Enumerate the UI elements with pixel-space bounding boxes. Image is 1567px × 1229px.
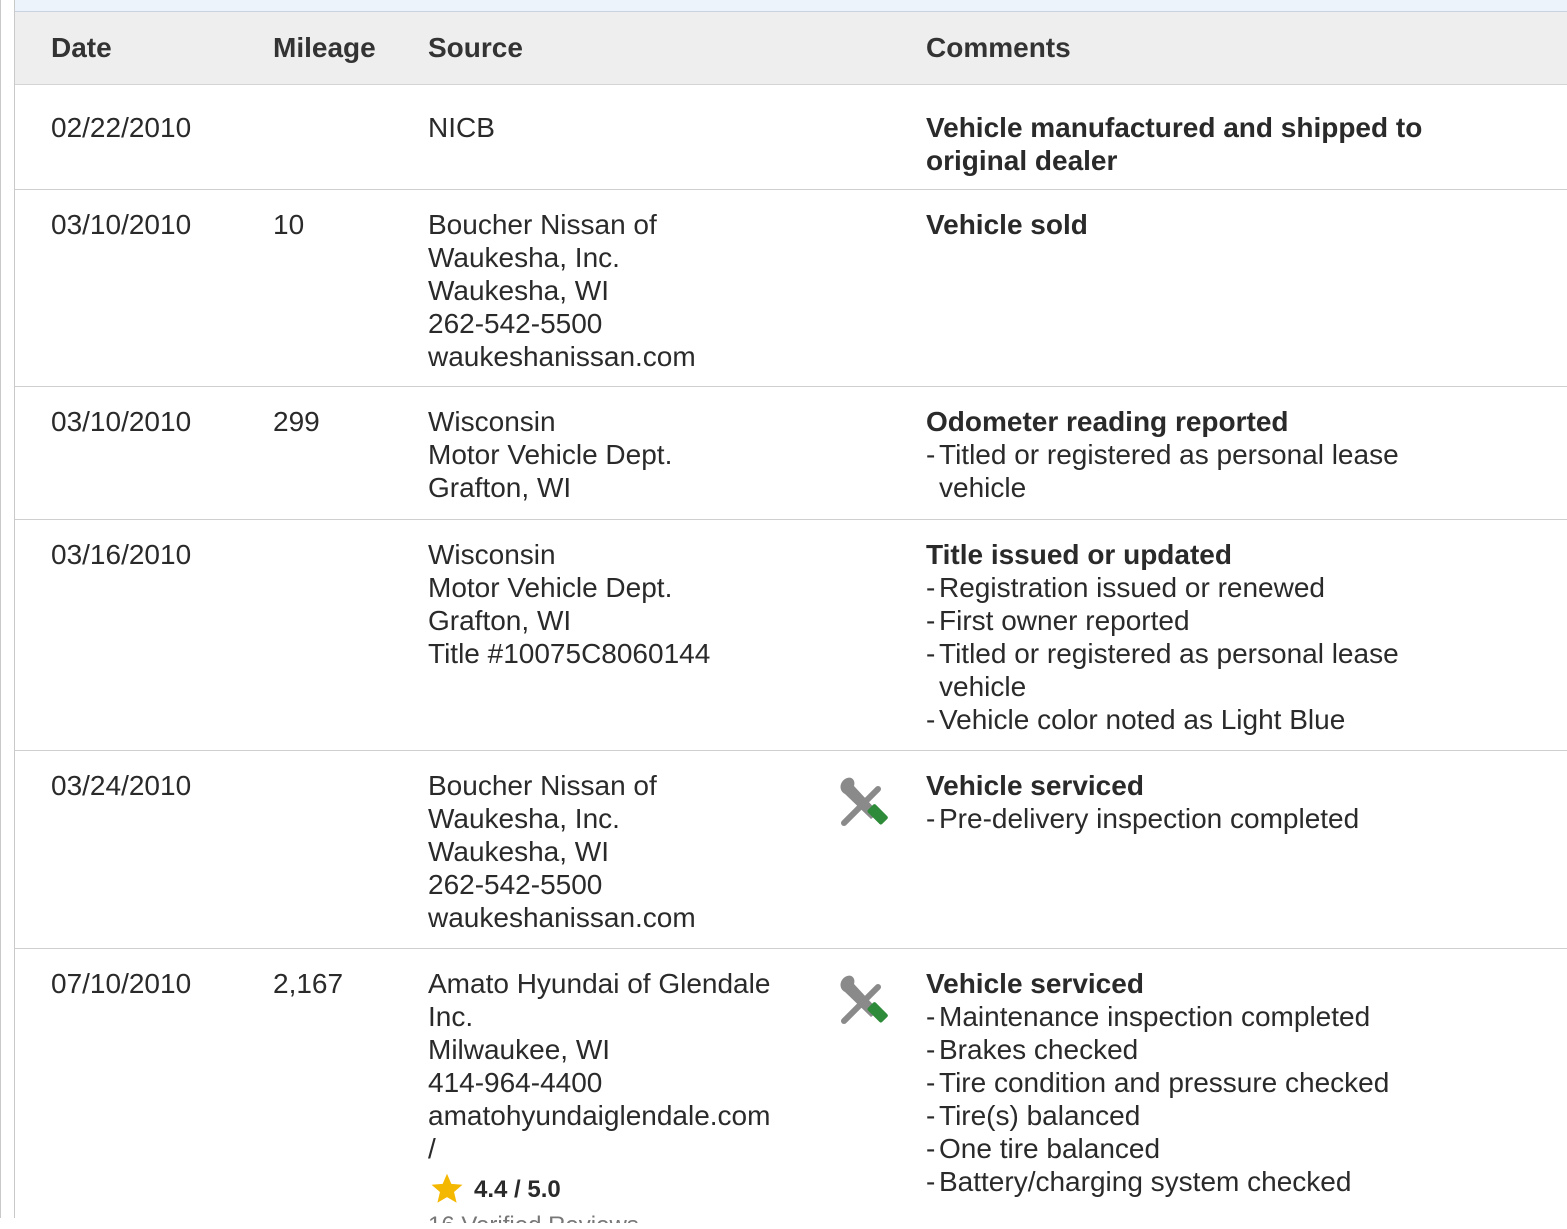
- row-comments: Vehicle serviced Maintenance inspection …: [926, 967, 1486, 1198]
- comment-bullet: Titled or registered as personal lease v…: [926, 637, 1456, 703]
- comment-bullet: Tire condition and pressure checked: [926, 1066, 1486, 1099]
- source-line: Grafton, WI: [428, 472, 572, 503]
- source-link[interactable]: waukeshanissan.com: [428, 340, 823, 373]
- source-line: Waukesha, Inc.: [428, 803, 620, 834]
- row-mileage: 10: [273, 209, 305, 240]
- source-line: Motor Vehicle Dept.: [428, 572, 673, 603]
- top-strip: [15, 0, 1567, 12]
- row-date: 03/10/2010: [51, 209, 192, 240]
- comment-bullet: First owner reported: [926, 604, 1456, 637]
- row-comments: Odometer reading reported Titled or regi…: [926, 405, 1456, 504]
- table-row: 03/24/2010 Boucher Nissan of Waukesha, I…: [15, 751, 1567, 949]
- header-date: Date: [51, 32, 112, 63]
- comment-bullets: Titled or registered as personal lease v…: [926, 438, 1456, 504]
- row-date: 03/10/2010: [51, 406, 192, 437]
- comment-bullet: Maintenance inspection completed: [926, 1000, 1486, 1033]
- comment-bullet: One tire balanced: [926, 1132, 1486, 1165]
- comment-title: Title issued or updated: [926, 539, 1232, 570]
- source-line: /: [428, 1133, 436, 1164]
- row-comments: Title issued or updated Registration iss…: [926, 538, 1456, 736]
- header-comments: Comments: [926, 32, 1071, 63]
- row-comments: Vehicle sold: [926, 208, 1486, 241]
- table-row: 07/10/2010 2,167 Amato Hyundai of Glenda…: [15, 949, 1567, 1229]
- row-source: Wisconsin Motor Vehicle Dept. Grafton, W…: [428, 538, 823, 670]
- table-row: 03/10/2010 10 Boucher Nissan of Waukesha…: [15, 190, 1567, 387]
- comment-bullets: Registration issued or renewed First own…: [926, 571, 1456, 736]
- comment-title: Vehicle manufactured and shipped to orig…: [926, 112, 1423, 176]
- source-line: Wisconsin: [428, 539, 556, 570]
- source-line: Boucher Nissan of: [428, 209, 657, 240]
- row-mileage: 299: [273, 406, 320, 437]
- comment-bullet: Pre-delivery inspection completed: [926, 802, 1486, 835]
- row-date: 03/24/2010: [51, 770, 192, 801]
- source-line: Motor Vehicle Dept.: [428, 439, 673, 470]
- row-comments: Vehicle manufactured and shipped to orig…: [926, 111, 1466, 177]
- source-line: Title #10075C8060144: [428, 638, 711, 669]
- row-date: 07/10/2010: [51, 968, 192, 999]
- source-line: Waukesha, WI: [428, 836, 610, 867]
- service-tools-icon: [836, 971, 892, 1027]
- star-icon: [431, 1173, 463, 1203]
- table-row: 03/10/2010 299 Wisconsin Motor Vehicle D…: [15, 387, 1567, 520]
- comment-title: Odometer reading reported: [926, 406, 1289, 437]
- history-table: Date Mileage Source Comments 02/22/2010 …: [15, 12, 1567, 1229]
- dealer-rating[interactable]: 4.4 / 5.0: [428, 1171, 823, 1207]
- table-row: 02/22/2010 NICB Vehicle manufactured and…: [15, 85, 1567, 190]
- comment-bullets: Pre-delivery inspection completed: [926, 802, 1486, 835]
- row-date: 02/22/2010: [51, 112, 192, 143]
- source-line: Inc.: [428, 1001, 474, 1032]
- comment-bullets: Maintenance inspection completed Brakes …: [926, 1000, 1486, 1198]
- row-source: Wisconsin Motor Vehicle Dept. Grafton, W…: [428, 405, 823, 504]
- row-mileage: 2,167: [273, 968, 344, 999]
- table-row: 03/16/2010 Wisconsin Motor Vehicle Dept.…: [15, 520, 1567, 751]
- source-line: Wisconsin: [428, 406, 556, 437]
- comment-bullet: Tire(s) balanced: [926, 1099, 1486, 1132]
- table-header: Date Mileage Source Comments: [15, 12, 1567, 85]
- comment-bullet: Registration issued or renewed: [926, 571, 1456, 604]
- row-source: Boucher Nissan of Waukesha, Inc. Waukesh…: [428, 208, 823, 373]
- header-source: Source: [428, 32, 523, 63]
- source-line: Waukesha, Inc.: [428, 242, 620, 273]
- source-line: Grafton, WI: [428, 605, 572, 636]
- comment-bullet: Titled or registered as personal lease v…: [926, 438, 1456, 504]
- comment-bullet: Vehicle color noted as Light Blue: [926, 703, 1456, 736]
- source-line: 262-542-5500: [428, 308, 603, 339]
- comment-title: Vehicle serviced: [926, 770, 1144, 801]
- source-line: Boucher Nissan of: [428, 770, 657, 801]
- source-line: 262-542-5500: [428, 869, 603, 900]
- source-line: Amato Hyundai of Glendale: [428, 968, 771, 999]
- source-line: Milwaukee, WI: [428, 1034, 611, 1065]
- service-tools-icon: [836, 773, 892, 829]
- row-date: 03/16/2010: [51, 539, 192, 570]
- rating-value: 4.4 / 5.0: [474, 1175, 561, 1203]
- comment-bullet: Brakes checked: [926, 1033, 1486, 1066]
- comment-title: Vehicle serviced: [926, 968, 1144, 999]
- source-link[interactable]: amatohyundaiglendale.com: [428, 1099, 823, 1132]
- source-line: 414-964-4400: [428, 1067, 603, 1098]
- row-comments: Vehicle serviced Pre-delivery inspection…: [926, 769, 1486, 835]
- header-mileage: Mileage: [273, 32, 376, 63]
- comment-bullet: Battery/charging system checked: [926, 1165, 1486, 1198]
- comment-title: Vehicle sold: [926, 209, 1088, 240]
- row-source: Amato Hyundai of Glendale Inc. Milwaukee…: [428, 967, 823, 1223]
- row-source: NICB: [428, 111, 823, 144]
- source-line: Waukesha, WI: [428, 275, 610, 306]
- source-line: NICB: [428, 112, 495, 143]
- source-link[interactable]: waukeshanissan.com: [428, 901, 823, 934]
- left-border: [0, 0, 1, 1218]
- row-source: Boucher Nissan of Waukesha, Inc. Waukesh…: [428, 769, 823, 934]
- review-count-link[interactable]: 16 Verified Reviews: [428, 1211, 823, 1223]
